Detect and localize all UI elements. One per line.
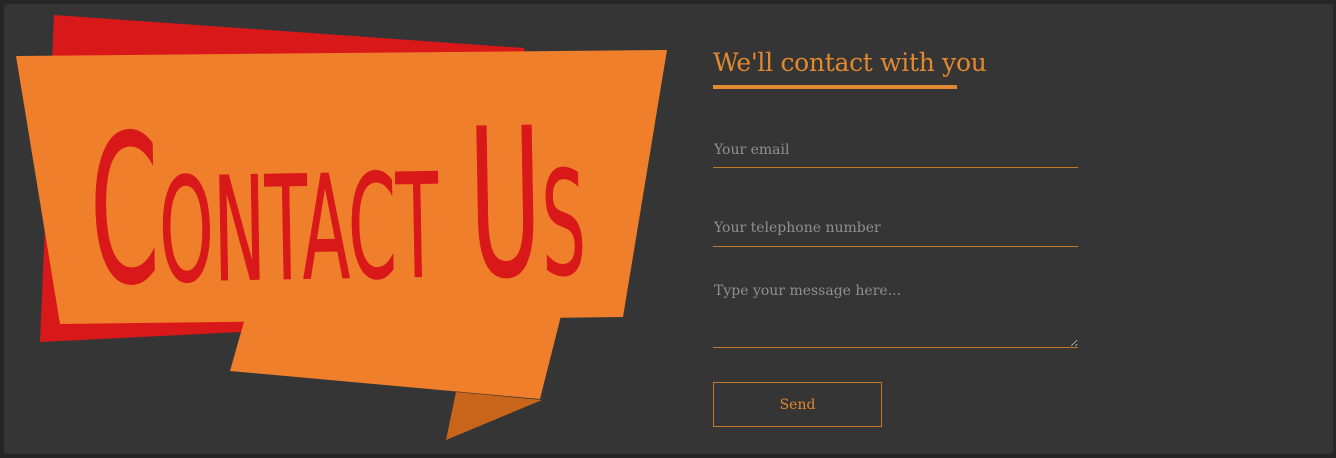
email-field[interactable] bbox=[713, 132, 1078, 168]
banner-title: Contact Us bbox=[88, 85, 587, 332]
contact-us-banner: Contact Us bbox=[4, 4, 684, 454]
contact-panel: Contact Us We'll contact with you Send bbox=[4, 4, 1333, 454]
form-heading: We'll contact with you bbox=[713, 48, 987, 77]
send-button[interactable]: Send bbox=[713, 382, 882, 427]
banner-fold-tail bbox=[446, 392, 542, 440]
contact-us-banner-graphic: Contact Us bbox=[16, 15, 667, 440]
message-field[interactable] bbox=[713, 281, 1078, 348]
heading-underline bbox=[713, 85, 957, 89]
telephone-field[interactable] bbox=[713, 210, 1078, 247]
contact-form: We'll contact with you Send bbox=[713, 4, 1093, 454]
